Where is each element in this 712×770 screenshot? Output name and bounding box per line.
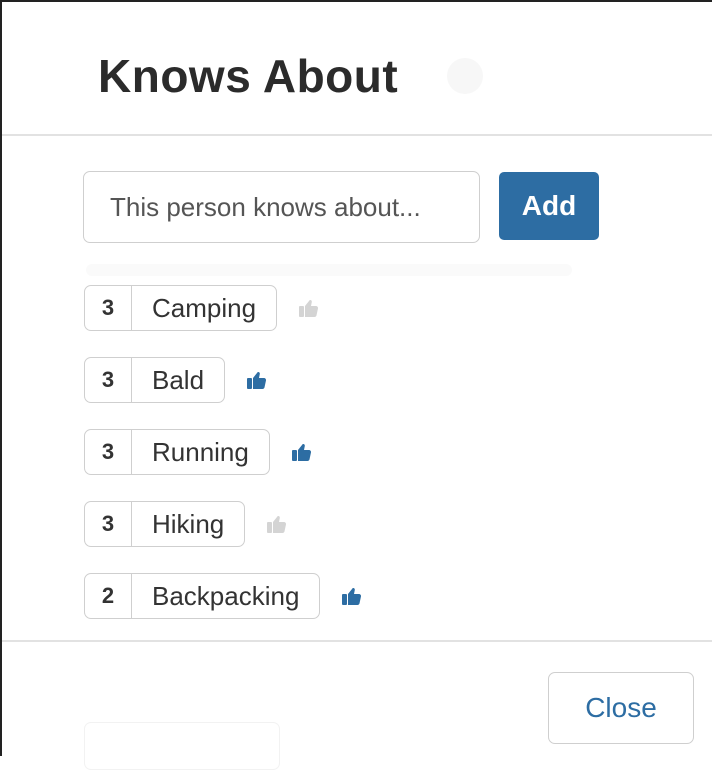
thumbs-up-icon[interactable] — [245, 368, 269, 392]
thumbs-up-icon[interactable] — [290, 440, 314, 464]
close-button[interactable]: Close — [548, 672, 694, 744]
thumbs-up-icon[interactable] — [340, 584, 364, 608]
tag-pill-bald[interactable]: 3 Bald — [84, 357, 226, 403]
tag-count: 3 — [85, 430, 132, 474]
header-decoration — [447, 58, 483, 94]
faded-background-pill — [84, 722, 280, 770]
list-item: 3 Bald — [84, 356, 364, 404]
thumbs-up-icon[interactable] — [297, 296, 321, 320]
knows-about-input[interactable] — [83, 171, 480, 243]
tag-count: 2 — [85, 574, 132, 618]
tag-pill-hiking[interactable]: 3 Hiking — [84, 501, 246, 547]
tag-pill-camping[interactable]: 3 Camping — [84, 285, 278, 331]
list-item: 3 Camping — [84, 284, 364, 332]
knows-about-modal: Knows About Add 3 Camping 3 Bald — [0, 0, 712, 770]
tag-list: 3 Camping 3 Bald 3 Running 3 Hiking 2 Ba… — [84, 284, 364, 644]
list-item: 2 Backpacking — [84, 572, 364, 620]
faded-hint-line — [86, 264, 572, 276]
tag-label: Running — [152, 436, 249, 467]
tag-label: Camping — [152, 292, 257, 323]
tag-label: Hiking — [152, 508, 225, 539]
list-item: 3 Hiking — [84, 500, 364, 548]
tag-pill-backpacking[interactable]: 2 Backpacking — [84, 573, 321, 619]
modal-header: Knows About — [2, 2, 712, 136]
list-item: 3 Running — [84, 428, 364, 476]
tag-count: 3 — [85, 358, 132, 402]
thumbs-up-icon[interactable] — [265, 512, 289, 536]
tag-label: Backpacking — [152, 580, 300, 611]
tag-pill-running[interactable]: 3 Running — [84, 429, 270, 475]
tag-count: 3 — [85, 502, 132, 546]
add-button[interactable]: Add — [499, 172, 599, 240]
tag-count: 3 — [85, 286, 132, 330]
modal-title: Knows About — [98, 50, 399, 102]
tag-label: Bald — [152, 364, 205, 395]
